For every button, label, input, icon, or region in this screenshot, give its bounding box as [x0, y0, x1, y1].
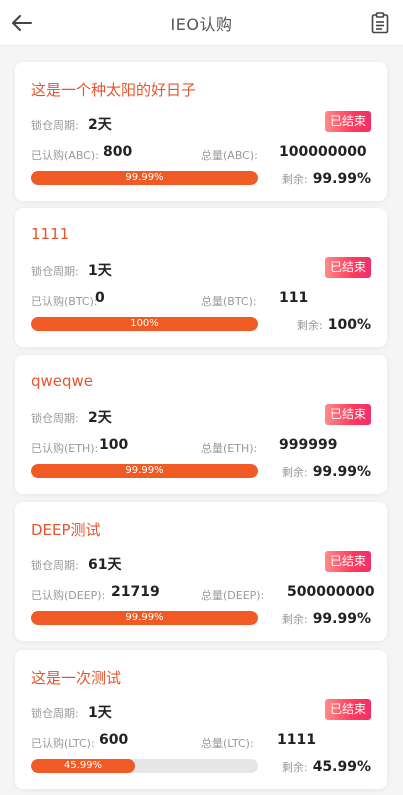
status-badge: 已结束	[324, 111, 371, 132]
remaining-value: 99.99%	[312, 611, 371, 627]
remaining-value: 99.99%	[312, 464, 371, 480]
lock-period-value: 2天	[88, 410, 112, 426]
remaining-label: 剩余:	[281, 173, 308, 186]
progress-bar: 99.99%	[31, 464, 258, 478]
subscribed-label: 已认购(ETH):	[31, 442, 99, 455]
app-header: IEO认购	[0, 0, 403, 46]
project-name: DEEP测试	[31, 521, 101, 539]
remaining-label: 剩余:	[281, 613, 308, 626]
ieo-card[interactable]: qweqwe 锁仓周期: 2天 已结束 已认购(ETH): 100 总量(ETH…	[15, 355, 387, 494]
ieo-card[interactable]: DEEP测试 锁仓周期: 61天 已结束 已认购(DEEP): 21719 总量…	[15, 502, 387, 641]
total-label: 总量(LTC):	[201, 737, 254, 750]
clipboard-icon	[371, 12, 389, 34]
project-name: 这是一个种太阳的好日子	[31, 81, 197, 99]
total-label: 总量(ABC):	[201, 149, 258, 162]
total-value: 100000000	[279, 144, 367, 160]
status-badge: 已结束	[324, 551, 371, 572]
remaining-label: 剩余:	[281, 761, 308, 774]
lock-period-value: 1天	[88, 263, 112, 279]
progress-bar: 99.99%	[31, 171, 258, 185]
project-name: qweqwe	[31, 372, 94, 390]
project-name: 这是一次测试	[31, 669, 122, 687]
progress-bar: 100%	[31, 317, 258, 331]
remaining-value: 99.99%	[312, 171, 371, 187]
page-title: IEO认购	[170, 14, 233, 34]
lock-period-label: 锁仓周期:	[31, 559, 79, 572]
subscribed-value: 600	[99, 732, 129, 748]
total-label: 总量(DEEP):	[201, 589, 265, 602]
records-button[interactable]	[369, 11, 391, 35]
remaining: 剩余: 99.99%	[282, 608, 371, 627]
ieo-card[interactable]: 这是一个种太阳的好日子 锁仓周期: 2天 已结束 已认购(ABC): 800 总…	[15, 62, 387, 201]
progress-text: 99.99%	[125, 612, 164, 623]
subscribed-label: 已认购(ABC):	[31, 149, 99, 162]
progress-text: 99.99%	[125, 172, 164, 183]
subscribed-value: 0	[95, 290, 105, 306]
lock-period-value: 1天	[88, 705, 112, 721]
status-badge: 已结束	[324, 699, 371, 720]
progress-bar: 45.99%	[31, 759, 258, 773]
remaining-label: 剩余:	[281, 466, 308, 479]
progress-text: 100%	[130, 318, 159, 329]
subscribed-value: 21719	[111, 584, 160, 600]
subscribed-label: 已认购(DEEP):	[31, 589, 106, 602]
lock-period-value: 61天	[88, 557, 122, 573]
arrow-left-icon	[12, 15, 32, 31]
total-value: 111	[279, 290, 309, 306]
lock-period-label: 锁仓周期:	[31, 412, 79, 425]
progress-bar: 99.99%	[31, 611, 258, 625]
progress-text: 99.99%	[125, 465, 164, 476]
subscribed-label: 已认购(BTC):	[31, 295, 98, 308]
ieo-card[interactable]: 这是一次测试 锁仓周期: 1天 已结束 已认购(LTC): 600 总量(LTC…	[15, 650, 387, 789]
status-badge: 已结束	[324, 257, 371, 278]
remaining: 剩余: 99.99%	[282, 168, 371, 187]
remaining-value: 100%	[327, 317, 371, 333]
total-value: 999999	[279, 437, 338, 453]
total-label: 总量(ETH):	[201, 442, 258, 455]
remaining-label: 剩余:	[296, 319, 323, 332]
lock-period-label: 锁仓周期:	[31, 265, 79, 278]
lock-period-label: 锁仓周期:	[31, 707, 79, 720]
lock-period-value: 2天	[88, 117, 112, 133]
remaining: 剩余: 100%	[297, 314, 371, 333]
remaining: 剩余: 45.99%	[282, 756, 371, 775]
remaining-value: 45.99%	[312, 759, 371, 775]
remaining: 剩余: 99.99%	[282, 461, 371, 480]
subscribed-value: 800	[103, 144, 133, 160]
ieo-card[interactable]: 1111 锁仓周期: 1天 已结束 已认购(BTC): 0 总量(BTC): 1…	[15, 208, 387, 347]
subscribed-label: 已认购(LTC):	[31, 737, 95, 750]
total-value: 1111	[277, 732, 316, 748]
progress-text: 45.99%	[63, 760, 103, 771]
total-label: 总量(BTC):	[201, 295, 257, 308]
subscribed-value: 100	[99, 437, 129, 453]
back-button[interactable]	[10, 11, 34, 35]
project-name: 1111	[31, 225, 70, 243]
status-badge: 已结束	[324, 404, 371, 425]
lock-period-label: 锁仓周期:	[31, 119, 79, 132]
total-value: 500000000	[287, 584, 375, 600]
